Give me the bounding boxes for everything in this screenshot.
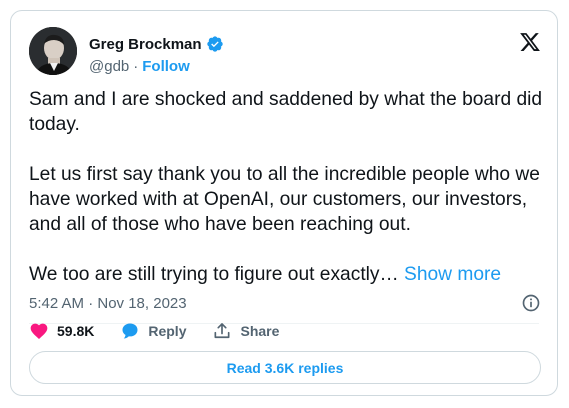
heart-icon: [30, 323, 48, 339]
x-logo-icon[interactable]: [519, 31, 541, 53]
avatar[interactable]: [29, 27, 77, 75]
reply-label: Reply: [148, 323, 187, 339]
separator-dot: ·: [133, 58, 139, 75]
like-button[interactable]: 59.8K: [29, 321, 94, 341]
tweet-text: Sam and I are shocked and saddened by wh…: [29, 87, 544, 287]
share-label: Share: [240, 323, 280, 339]
share-button[interactable]: Share: [212, 321, 279, 341]
reply-button[interactable]: Reply: [120, 321, 186, 341]
reply-bubble-icon: [122, 323, 138, 339]
tweet-paragraph-truncated: We too are still trying to figure out ex…: [29, 262, 544, 287]
tweet-paragraph: We too are still trying to figure out ex…: [29, 264, 399, 285]
author-name[interactable]: Greg Brockman: [89, 36, 202, 53]
tweet-actions: 59.8K Reply Share: [29, 321, 279, 341]
read-replies-button[interactable]: Read 3.6K replies: [29, 351, 541, 384]
tweet-timestamp[interactable]: 5:42 AM · Nov 18, 2023: [29, 295, 187, 312]
author-handle[interactable]: @gdb: [89, 58, 129, 75]
author-name-row: Greg Brockman: [89, 34, 224, 54]
tweet-paragraph: Let us first say thank you to all the in…: [29, 164, 540, 235]
info-icon[interactable]: [521, 293, 541, 313]
share-icon: [214, 323, 230, 339]
tweet-paragraph: Sam and I are shocked and saddened by wh…: [29, 89, 543, 135]
verified-badge-icon: [206, 36, 223, 52]
tweet-card: Greg Brockman @gdb · Follow Sam and I ar…: [10, 10, 558, 396]
follow-button[interactable]: Follow: [142, 58, 190, 75]
handle-row: @gdb · Follow: [89, 58, 190, 75]
like-count: 59.8K: [57, 323, 95, 339]
show-more-link[interactable]: Show more: [404, 264, 501, 285]
